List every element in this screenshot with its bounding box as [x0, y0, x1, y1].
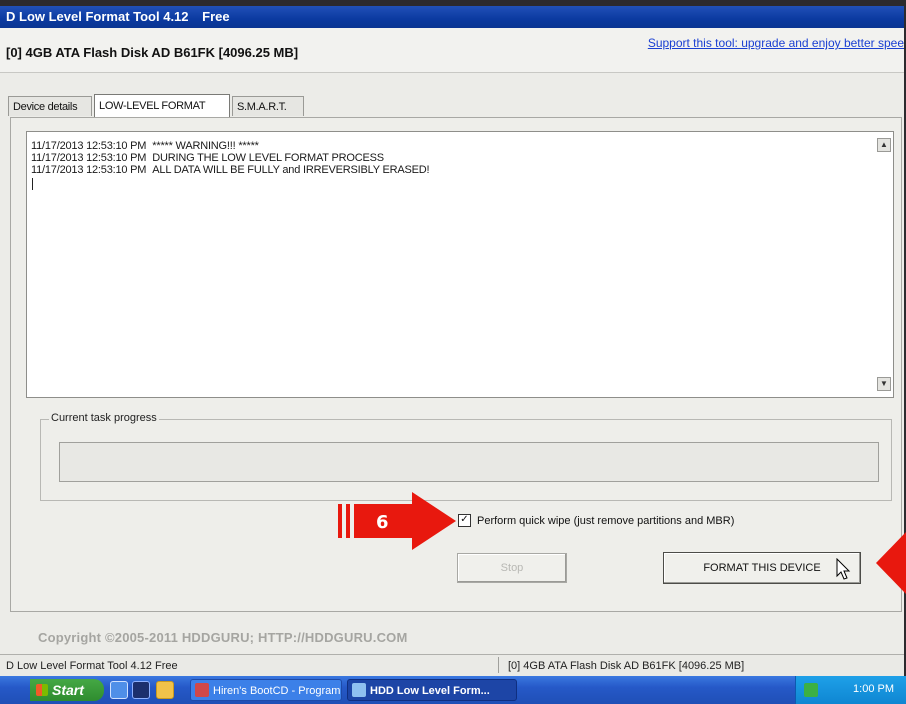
- log-time: 11/17/2013 12:53:10 PM: [31, 152, 147, 164]
- hdd-app-icon: [352, 683, 366, 697]
- text-caret: [32, 178, 33, 190]
- window-edition: Free: [202, 9, 230, 24]
- log-output[interactable]: 11/17/2013 12:53:10 PM ***** WARNING!!! *…: [26, 131, 894, 398]
- taskbar: Start Hiren's BootCD - Program... HDD Lo…: [0, 676, 906, 704]
- windows-logo-icon: [36, 684, 48, 696]
- quick-launch-browser-icon[interactable]: [110, 681, 128, 699]
- progress-legend: Current task progress: [49, 412, 159, 424]
- taskbar-item-hdd-tool[interactable]: HDD Low Level Form...: [347, 679, 517, 701]
- format-device-button[interactable]: FORMAT THIS DEVICE: [663, 552, 861, 584]
- quick-wipe-checkbox[interactable]: ✓: [458, 513, 471, 527]
- taskbar-item-label: Hiren's BootCD - Program...: [213, 685, 342, 697]
- log-text: ***** WARNING!!! *****: [152, 140, 259, 152]
- log-time: 11/17/2013 12:53:10 PM: [31, 164, 147, 176]
- selected-device: [0] 4GB ATA Flash Disk AD B61FK [4096.25…: [6, 45, 299, 60]
- log-time: 11/17/2013 12:53:10 PM: [31, 140, 147, 152]
- quick-launch-console-icon[interactable]: [132, 681, 150, 699]
- annotation-arrow-quick-wipe: 6: [338, 492, 456, 550]
- taskbar-item-hirens[interactable]: Hiren's BootCD - Program...: [190, 679, 342, 701]
- tab-smart[interactable]: S.M.A.R.T.: [232, 96, 304, 116]
- status-device: [0] 4GB ATA Flash Disk AD B61FK [4096.25…: [508, 660, 745, 672]
- device-info-bar: [0] 4GB ATA Flash Disk AD B61FK [4096.25…: [0, 28, 904, 73]
- tab-device-details[interactable]: Device details: [8, 96, 92, 116]
- status-divider: [498, 657, 499, 673]
- taskbar-item-label: HDD Low Level Form...: [370, 685, 490, 697]
- copyright-text: Copyright ©2005-2011 HDDGURU; HTTP://HDD…: [38, 630, 408, 645]
- quick-wipe-option[interactable]: ✓ Perform quick wipe (just remove partiti…: [458, 513, 734, 529]
- hirens-app-icon: [195, 683, 209, 697]
- window-title: D Low Level Format Tool 4.12: [6, 9, 189, 24]
- tab-low-level-format[interactable]: LOW-LEVEL FORMAT: [94, 94, 230, 118]
- log-line: 11/17/2013 12:53:10 PM ALL DATA WILL BE F…: [31, 164, 430, 176]
- quick-launch-folder-icon[interactable]: [156, 681, 174, 699]
- scroll-down-arrow-icon[interactable]: ▼: [877, 377, 891, 391]
- log-text: ALL DATA WILL BE FULLY and IRREVERSIBLY …: [152, 164, 430, 176]
- task-progress-group: Current task progress: [40, 412, 892, 501]
- status-app-name: D Low Level Format Tool 4.12 Free: [6, 660, 178, 672]
- support-link[interactable]: Support this tool: upgrade and enjoy bet…: [648, 36, 904, 50]
- clock: 1:00 PM: [853, 683, 894, 695]
- log-line: 11/17/2013 12:53:10 PM ***** WARNING!!! *…: [31, 140, 429, 152]
- quick-wipe-label: Perform quick wipe (just remove partitio…: [477, 515, 735, 527]
- status-bar: D Low Level Format Tool 4.12 Free [0] 4G…: [0, 654, 904, 676]
- tab-strip: Device details LOW-LEVEL FORMAT S.M.A.R.…: [8, 94, 898, 118]
- start-label: Start: [52, 682, 84, 698]
- log-lines: 11/17/2013 12:53:10 PM ***** WARNING!!! *…: [31, 140, 430, 190]
- start-button[interactable]: Start: [30, 679, 104, 701]
- annotation-step-number: 6: [376, 512, 389, 533]
- log-line: 11/17/2013 12:53:10 PM DURING THE LOW LEV…: [31, 152, 429, 164]
- screen: D Low Level Format Tool 4.12 Free [0] 4G…: [0, 6, 904, 704]
- log-text: DURING THE LOW LEVEL FORMAT PROCESS: [152, 152, 384, 164]
- scroll-up-arrow-icon[interactable]: ▲: [877, 138, 891, 152]
- system-tray: 1:00 PM: [795, 676, 906, 704]
- annotation-arrow-format: [876, 532, 906, 594]
- window-titlebar: D Low Level Format Tool 4.12 Free: [0, 6, 904, 28]
- mouse-cursor-icon: [836, 558, 851, 580]
- tray-network-icon[interactable]: [804, 683, 818, 697]
- progress-bar: [59, 442, 879, 482]
- stop-button[interactable]: Stop: [457, 553, 567, 583]
